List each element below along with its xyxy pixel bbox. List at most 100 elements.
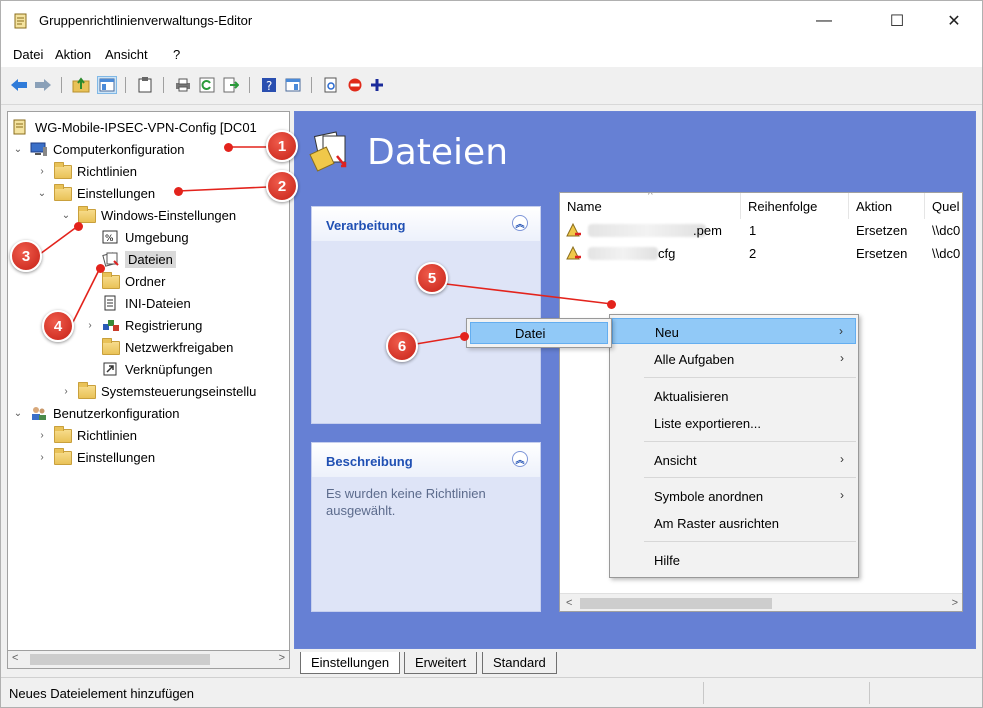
- annotation-badge: 6: [386, 330, 418, 362]
- tree-item-benutzer-richtlinien[interactable]: › Richtlinien: [36, 424, 137, 446]
- back-arrow-icon[interactable]: [9, 76, 29, 94]
- menu-item-am-raster-ausrichten[interactable]: Am Raster ausrichten: [612, 510, 856, 536]
- tree-item-computerkonfiguration[interactable]: ⌄ Computerkonfiguration: [12, 138, 185, 160]
- collapse-description-icon[interactable]: ︽: [512, 451, 528, 467]
- tab-standard[interactable]: Standard: [482, 652, 557, 674]
- menu-item-ansicht[interactable]: Ansicht ›: [612, 447, 856, 473]
- menu-item-aktualisieren[interactable]: Aktualisieren: [612, 383, 856, 409]
- properties-pane-icon[interactable]: [283, 76, 303, 94]
- clipboard-icon[interactable]: [135, 76, 155, 94]
- column-aktion[interactable]: Aktion: [849, 193, 925, 219]
- tree-item-richtlinien[interactable]: › Richtlinien: [36, 160, 137, 182]
- tree-item-systemsteuerungseinstellungen[interactable]: › Systemsteuerungseinstellu: [60, 380, 256, 402]
- maximize-button[interactable]: ☐: [874, 1, 920, 41]
- refresh-icon[interactable]: [197, 76, 217, 94]
- tree-item-registrierung[interactable]: › Registrierung: [84, 314, 202, 336]
- sort-ascending-icon: ^: [648, 192, 653, 201]
- tree-root[interactable]: WG-Mobile-IPSEC-VPN-Config [DC01: [12, 116, 257, 138]
- add-icon[interactable]: [367, 76, 387, 94]
- chevron-right-icon[interactable]: ›: [36, 430, 48, 441]
- tree-item-windows-einstellungen[interactable]: ⌄ Windows-Einstellungen: [60, 204, 236, 226]
- collapse-processing-icon[interactable]: ︽: [512, 215, 528, 231]
- window-title: Gruppenrichtlinienverwaltungs-Editor: [39, 13, 253, 28]
- chevron-down-icon[interactable]: ⌄: [12, 144, 24, 155]
- console-tree: WG-Mobile-IPSEC-VPN-Config [DC01 ⌄ Compu…: [7, 111, 290, 651]
- tree-item-netzwerkfreigaben[interactable]: Netzwerkfreigaben: [102, 336, 233, 358]
- menu-file[interactable]: Datei: [13, 47, 43, 62]
- control-panel-icon: [78, 382, 96, 399]
- folder-icon: [78, 206, 96, 223]
- file-replace-icon: [566, 245, 581, 260]
- list-item[interactable]: .pem 1 Ersetzen \\dc0: [560, 219, 962, 242]
- tree-item-ordner[interactable]: Ordner: [102, 270, 165, 292]
- list-horizontal-scrollbar[interactable]: < >: [560, 593, 962, 611]
- annotation-badge: 1: [266, 130, 298, 162]
- menu-help[interactable]: ?: [173, 47, 180, 62]
- menu-item-liste-exportieren[interactable]: Liste exportieren...: [612, 410, 856, 436]
- tab-erweitert[interactable]: Erweitert: [404, 652, 478, 674]
- scroll-left-icon[interactable]: <: [12, 652, 18, 664]
- export-list-icon[interactable]: [221, 76, 241, 94]
- annotation-badge: 2: [266, 170, 298, 202]
- files-header-icon: [309, 131, 347, 172]
- print-icon[interactable]: [173, 76, 193, 94]
- description-panel: Beschreibung ︽ Es wurden keine Richtlini…: [311, 442, 541, 612]
- tree-item-benutzer-einstellungen[interactable]: › Einstellungen: [36, 446, 155, 468]
- annotation-badge: 5: [416, 262, 448, 294]
- tab-einstellungen[interactable]: Einstellungen: [300, 652, 401, 674]
- scroll-left-icon[interactable]: <: [566, 597, 572, 609]
- chevron-down-icon[interactable]: ⌄: [60, 210, 72, 221]
- chevron-right-icon[interactable]: ›: [84, 320, 96, 331]
- scroll-thumb[interactable]: [30, 654, 210, 665]
- column-quelle[interactable]: Quel: [925, 193, 962, 219]
- chevron-right-icon[interactable]: ›: [60, 386, 72, 397]
- chevron-right-icon: ›: [839, 324, 843, 338]
- up-folder-icon[interactable]: [71, 76, 91, 94]
- policy-editor-icon: [14, 13, 27, 29]
- processing-panel-title: Verarbeitung: [326, 218, 406, 233]
- chevron-right-icon[interactable]: ›: [36, 166, 48, 177]
- column-reihenfolge[interactable]: Reihenfolge: [741, 193, 849, 219]
- scroll-right-icon[interactable]: >: [952, 597, 958, 609]
- forward-arrow-icon[interactable]: [33, 76, 53, 94]
- new-item-icon[interactable]: [321, 76, 341, 94]
- tree-item-benutzerkonfiguration[interactable]: ⌄ Benutzerkonfiguration: [12, 402, 180, 424]
- redacted-filename: [588, 224, 706, 237]
- list-item[interactable]: cfg 2 Ersetzen \\dc0: [560, 242, 962, 265]
- submenu-neu: Datei: [466, 318, 612, 348]
- context-menu: Neu › Alle Aufgaben › Aktualisieren Liste …: [609, 314, 859, 578]
- block-icon[interactable]: [345, 76, 365, 94]
- folder-icon: [54, 448, 72, 465]
- registry-icon: [102, 317, 120, 333]
- menu-action[interactable]: Aktion: [55, 47, 91, 62]
- svg-text:%: %: [105, 234, 114, 244]
- network-share-icon: [102, 338, 120, 355]
- toolbar: ?: [1, 67, 982, 105]
- menu-item-hilfe[interactable]: Hilfe: [612, 547, 856, 573]
- files-icon: [102, 251, 120, 267]
- show-tree-icon[interactable]: [97, 76, 117, 94]
- status-text: Neues Dateielement hinzufügen: [9, 686, 195, 701]
- tree-item-verknuepfungen[interactable]: Verknüpfungen: [102, 358, 212, 380]
- help-icon[interactable]: ?: [259, 76, 279, 94]
- scroll-thumb[interactable]: [580, 598, 772, 609]
- menu-item-symbole-anordnen[interactable]: Symbole anordnen ›: [612, 483, 856, 509]
- tree-item-umgebung[interactable]: % Umgebung: [102, 226, 189, 248]
- menu-item-neu[interactable]: Neu ›: [612, 318, 856, 344]
- chevron-down-icon[interactable]: ⌄: [12, 408, 24, 419]
- menu-item-alle-aufgaben[interactable]: Alle Aufgaben ›: [612, 346, 856, 372]
- tab-strip: Einstellungen Erweitert Standard: [294, 649, 976, 677]
- shortcut-icon: [102, 361, 120, 377]
- chevron-down-icon[interactable]: ⌄: [36, 188, 48, 199]
- close-button[interactable]: ✕: [931, 1, 977, 41]
- minimize-button[interactable]: —: [801, 1, 847, 41]
- scroll-right-icon[interactable]: >: [279, 652, 285, 664]
- tree-item-einstellungen[interactable]: ⌄ Einstellungen: [36, 182, 155, 204]
- menu-bar: Datei Aktion Ansicht ?: [1, 41, 982, 67]
- tree-item-ini-dateien[interactable]: INI-Dateien: [102, 292, 191, 314]
- chevron-right-icon[interactable]: ›: [36, 452, 48, 463]
- submenu-item-datei[interactable]: Datei: [470, 322, 608, 344]
- menu-view[interactable]: Ansicht: [105, 47, 148, 62]
- tree-horizontal-scrollbar[interactable]: < >: [7, 651, 290, 669]
- tree-item-dateien[interactable]: Dateien: [102, 248, 176, 270]
